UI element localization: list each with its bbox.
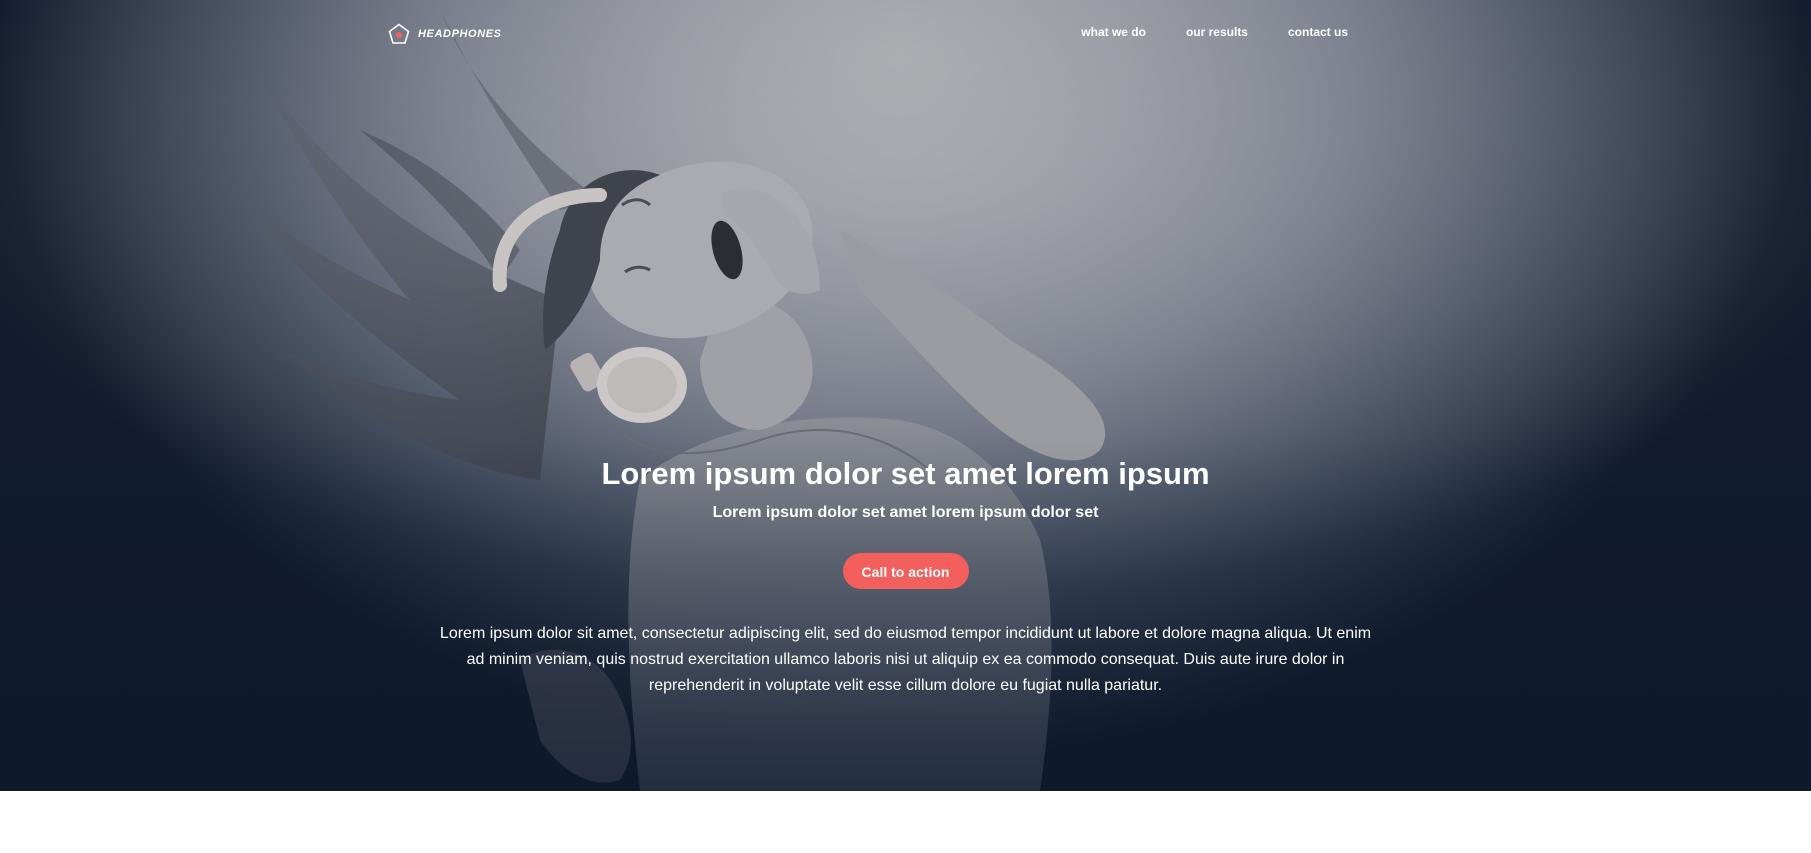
top-navigation: HEADPHONES what we do our results contac… — [0, 0, 1811, 66]
nav-link-what-we-do[interactable]: what we do — [1081, 25, 1146, 39]
pentagon-logo-icon — [388, 23, 410, 44]
brand-name: HEADPHONES — [418, 28, 502, 40]
nav-links: what we do our results contact us — [1081, 25, 1348, 39]
brand-logo[interactable]: HEADPHONES — [388, 23, 502, 45]
nav-link-our-results[interactable]: our results — [1186, 25, 1248, 39]
hero-section: HEADPHONES what we do our results contac… — [0, 0, 1811, 791]
hero-content: Lorem ipsum dolor set amet lorem ipsum L… — [0, 452, 1811, 699]
call-to-action-button[interactable]: Call to action — [842, 553, 969, 589]
hero-subheadline: Lorem ipsum dolor set amet lorem ipsum d… — [712, 504, 1099, 521]
page-below-hero — [0, 791, 1811, 853]
nav-link-contact-us[interactable]: contact us — [1288, 25, 1348, 39]
hero-headline: Lorem ipsum dolor set amet lorem ipsum — [601, 456, 1210, 491]
hero-body-text: Lorem ipsum dolor sit amet, consectetur … — [439, 625, 1372, 694]
